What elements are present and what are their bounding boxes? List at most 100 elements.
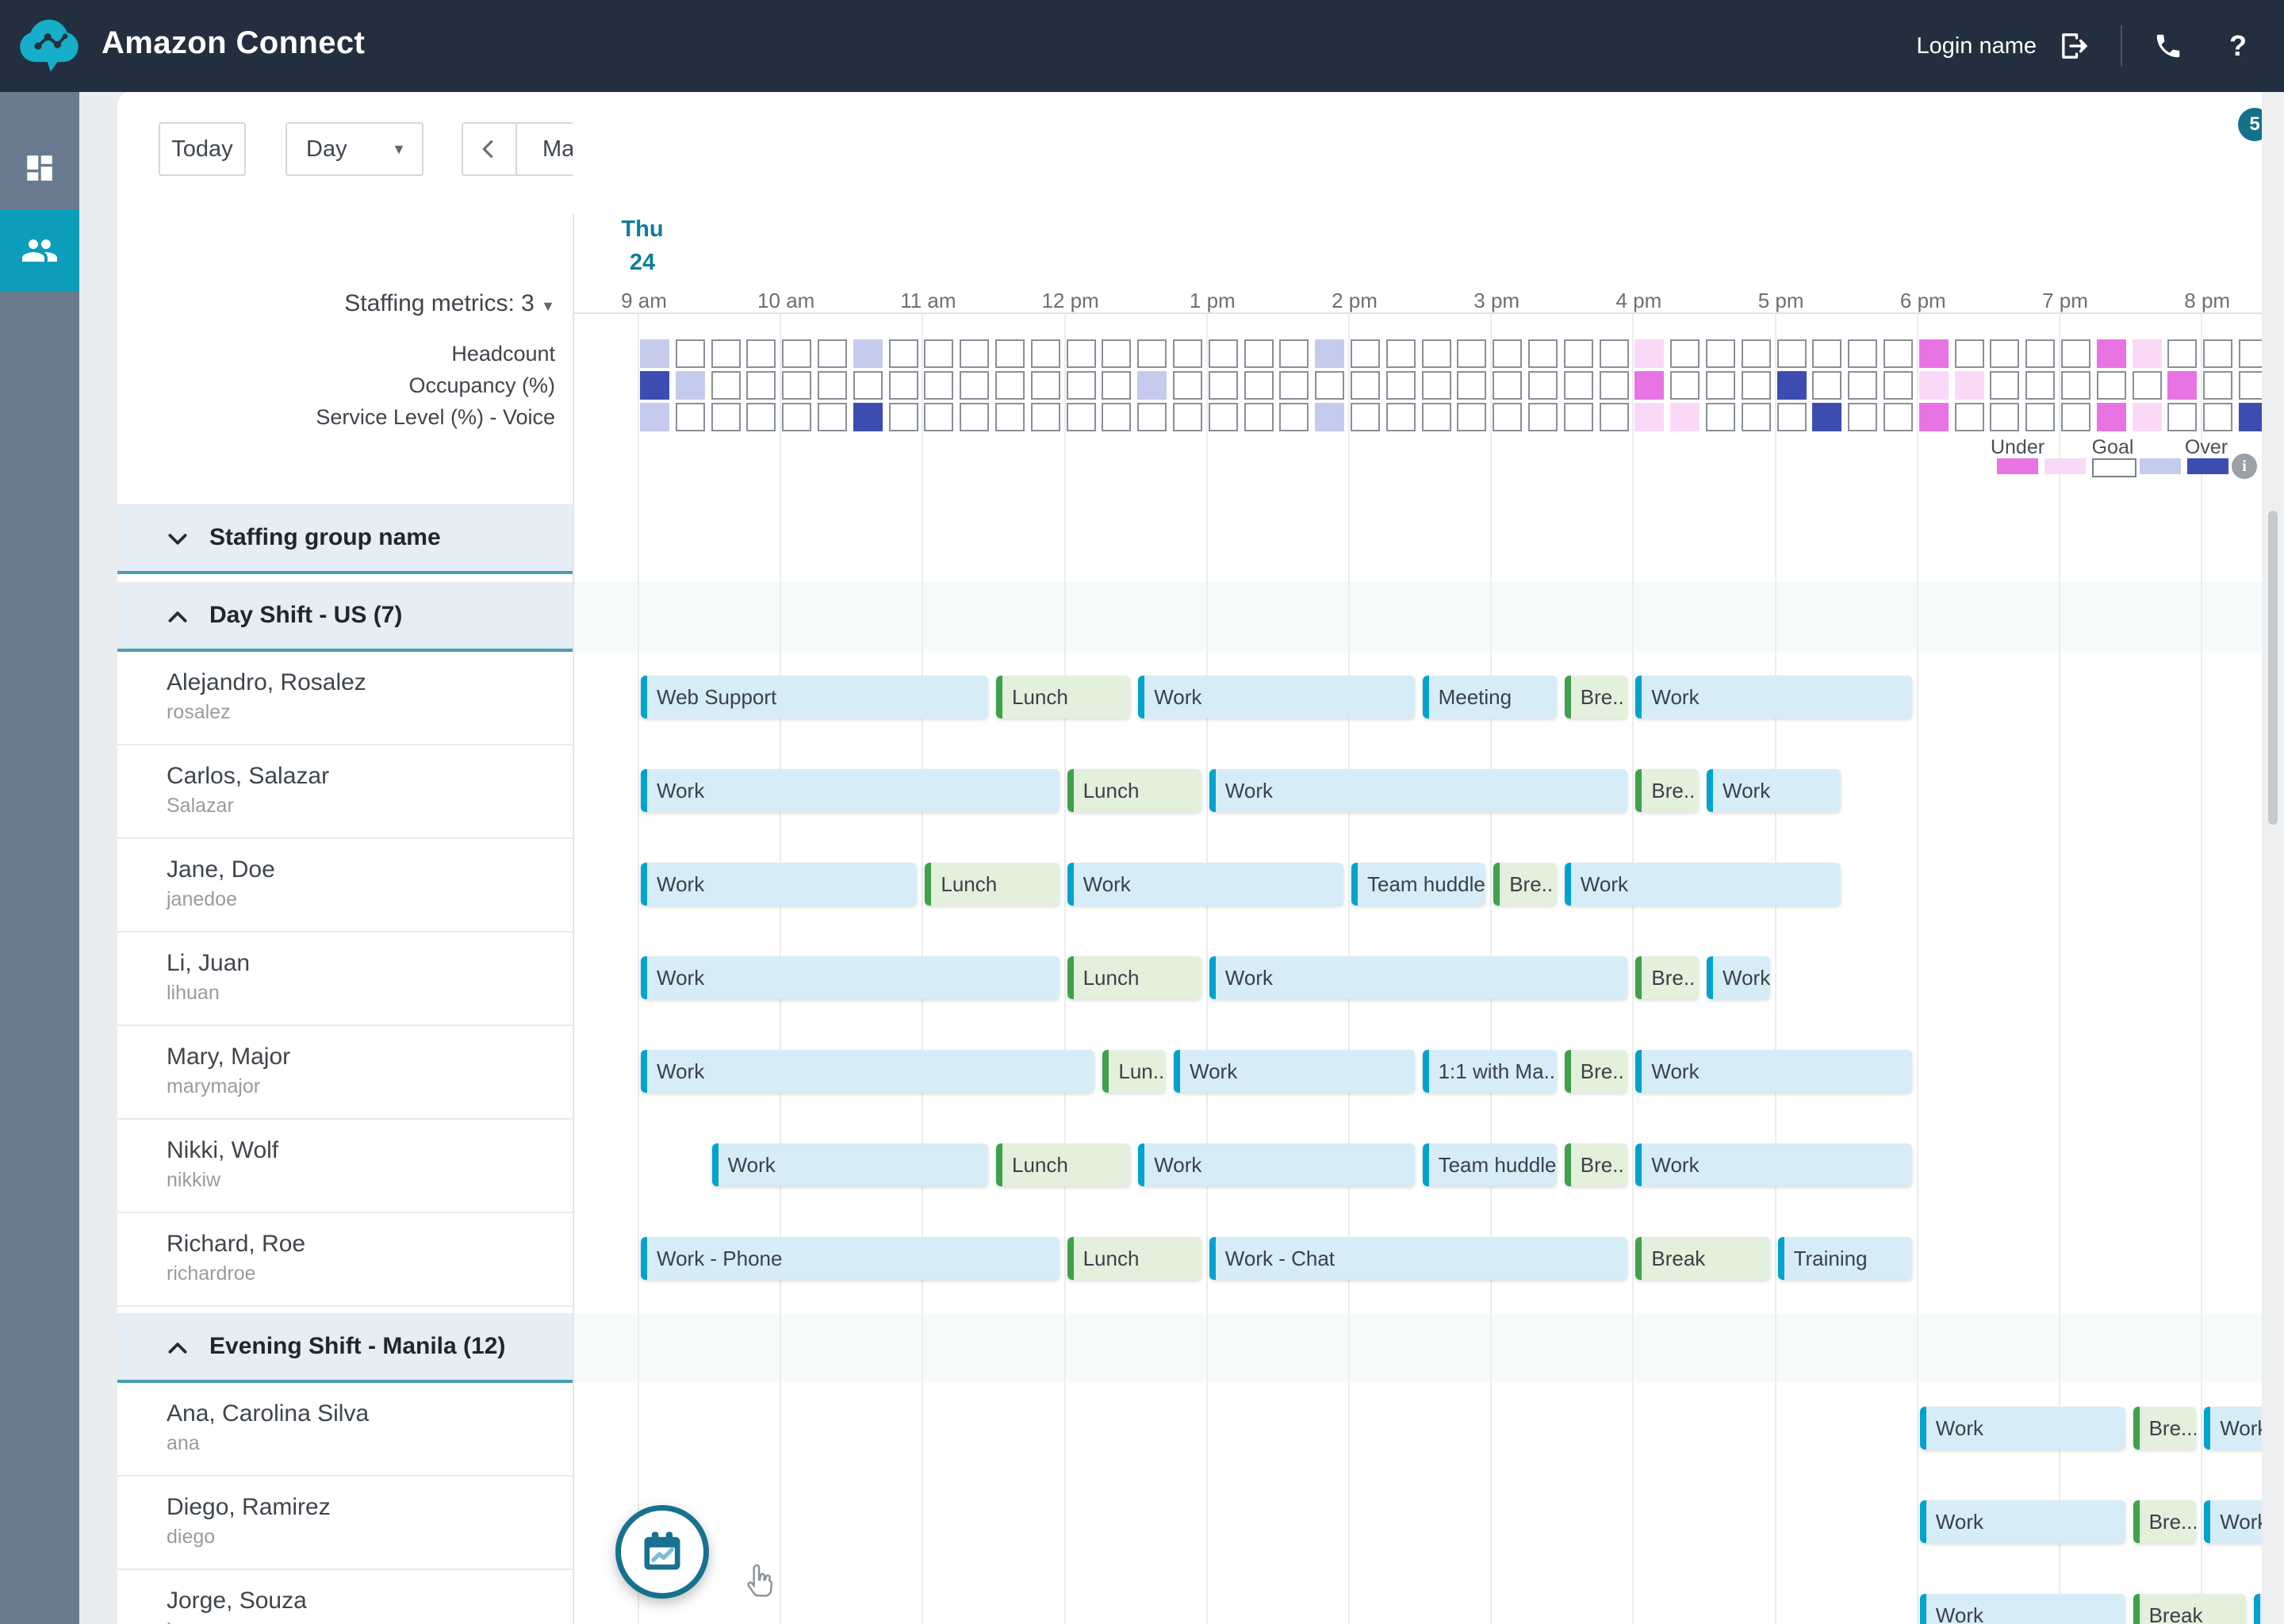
metric-cell[interactable] bbox=[1884, 371, 1913, 400]
shift-bar[interactable]: Work bbox=[1707, 956, 1770, 999]
shift-bar[interactable]: Bre.. bbox=[1564, 676, 1628, 718]
metric-cell[interactable] bbox=[1030, 403, 1060, 431]
metric-cell[interactable] bbox=[1421, 403, 1451, 431]
metric-cell[interactable] bbox=[888, 339, 918, 368]
metric-cell[interactable] bbox=[2025, 371, 2056, 400]
metric-cell[interactable] bbox=[1848, 403, 1878, 431]
metric-cell[interactable] bbox=[1884, 403, 1913, 431]
metric-cell[interactable] bbox=[2167, 371, 2198, 400]
metric-cell[interactable] bbox=[675, 403, 705, 431]
shift-bar[interactable]: Lunch bbox=[1067, 769, 1201, 812]
metric-cell[interactable] bbox=[1173, 403, 1202, 431]
shift-bar[interactable]: Lunch bbox=[1067, 956, 1201, 999]
metric-cell[interactable] bbox=[1528, 371, 1558, 400]
metric-cell[interactable] bbox=[888, 403, 918, 431]
shift-bar[interactable]: Break bbox=[2133, 1594, 2246, 1624]
login-menu[interactable]: Login name bbox=[1916, 22, 2098, 70]
metric-cell[interactable] bbox=[1493, 403, 1523, 431]
metric-cell[interactable] bbox=[1918, 403, 1949, 431]
shift-bar[interactable]: Bre.. bbox=[1635, 956, 1699, 999]
metric-cell[interactable] bbox=[1599, 371, 1629, 400]
scrollbar-thumb[interactable] bbox=[2268, 511, 2278, 825]
employee-row[interactable]: Ana, Carolina Silva ana bbox=[117, 1383, 573, 1477]
employee-row[interactable]: Jorge, Souza jorge bbox=[117, 1570, 573, 1624]
metric-cell[interactable] bbox=[782, 339, 812, 368]
metric-cell[interactable] bbox=[1776, 403, 1807, 431]
metric-cell[interactable] bbox=[1102, 339, 1132, 368]
metric-cell[interactable] bbox=[888, 371, 918, 400]
metric-cell[interactable] bbox=[1741, 403, 1771, 431]
metric-cell[interactable] bbox=[1173, 371, 1202, 400]
metric-cell[interactable] bbox=[1137, 403, 1167, 431]
metric-cell[interactable] bbox=[1776, 339, 1807, 368]
info-icon[interactable]: i bbox=[2232, 454, 2257, 479]
metric-cell[interactable] bbox=[1208, 371, 1238, 400]
metric-cell[interactable] bbox=[924, 339, 954, 368]
shift-bar[interactable]: Work bbox=[1919, 1500, 2125, 1543]
metric-cell[interactable] bbox=[1528, 339, 1558, 368]
metric-cell[interactable] bbox=[1634, 339, 1665, 368]
metric-cell[interactable] bbox=[1102, 371, 1132, 400]
metric-cell[interactable] bbox=[1066, 403, 1096, 431]
shift-bar[interactable]: Work bbox=[1067, 863, 1343, 906]
metric-cell[interactable] bbox=[2167, 339, 2198, 368]
metric-cell[interactable] bbox=[1030, 371, 1060, 400]
shift-bar[interactable]: Work bbox=[641, 863, 918, 906]
shift-bar[interactable]: Bre... bbox=[2133, 1407, 2197, 1450]
group-header[interactable]: Day Shift - US (7) bbox=[117, 582, 573, 652]
shift-bar[interactable]: 1:1 with Ma.. bbox=[1422, 1050, 1557, 1093]
shift-bar[interactable]: Work bbox=[1635, 1050, 1912, 1093]
metric-cell[interactable] bbox=[1990, 371, 2020, 400]
shift-bar[interactable]: Meeting bbox=[1422, 676, 1557, 718]
shift-bar[interactable]: Work bbox=[641, 956, 1060, 999]
metric-cell[interactable] bbox=[1351, 403, 1380, 431]
shift-bar[interactable]: Lun.. bbox=[1102, 1050, 1166, 1093]
shift-bar[interactable]: Work bbox=[1919, 1407, 2125, 1450]
metric-cell[interactable] bbox=[2167, 403, 2198, 431]
metric-cell[interactable] bbox=[1066, 371, 1096, 400]
metric-cell[interactable] bbox=[2132, 403, 2162, 431]
metric-cell[interactable] bbox=[1954, 339, 1984, 368]
shift-bar[interactable]: Work - Chat bbox=[1209, 1237, 1628, 1280]
metric-cell[interactable] bbox=[782, 371, 812, 400]
metric-cell[interactable] bbox=[960, 371, 990, 400]
group-header[interactable]: Evening Shift - Manila (12) bbox=[117, 1313, 573, 1383]
metric-cell[interactable] bbox=[2132, 371, 2162, 400]
logout-icon[interactable] bbox=[2051, 22, 2098, 70]
shift-bar[interactable]: Work bbox=[2204, 1500, 2262, 1543]
metric-cell[interactable] bbox=[1279, 403, 1309, 431]
metric-cell[interactable] bbox=[1493, 371, 1523, 400]
metric-cell[interactable] bbox=[711, 403, 741, 431]
metric-cell[interactable] bbox=[1351, 339, 1380, 368]
metric-cell[interactable] bbox=[782, 403, 812, 431]
shift-bar[interactable]: Bre.. bbox=[1564, 1143, 1628, 1186]
shift-bar[interactable]: Work bbox=[641, 769, 1060, 812]
metric-cell[interactable] bbox=[675, 339, 705, 368]
metric-cell[interactable] bbox=[818, 339, 847, 368]
shift-bar[interactable]: Lunch bbox=[925, 863, 1060, 906]
metric-cell[interactable] bbox=[1812, 403, 1842, 431]
metric-cell[interactable] bbox=[960, 403, 990, 431]
metric-cell[interactable] bbox=[1741, 339, 1771, 368]
shift-bar[interactable]: Work bbox=[2253, 1594, 2262, 1624]
metric-cell[interactable] bbox=[1954, 371, 1984, 400]
employee-row[interactable]: Diego, Ramirez diego bbox=[117, 1477, 573, 1570]
metric-cell[interactable] bbox=[1137, 339, 1167, 368]
metric-cell[interactable] bbox=[1315, 339, 1345, 368]
metric-cell[interactable] bbox=[2203, 371, 2233, 400]
metric-cell[interactable] bbox=[2096, 403, 2126, 431]
help-icon[interactable]: ? bbox=[2214, 22, 2262, 70]
shift-bar[interactable]: Work bbox=[1209, 769, 1628, 812]
shift-bar[interactable]: Work - Phone bbox=[641, 1237, 1060, 1280]
metric-cell[interactable] bbox=[1812, 339, 1842, 368]
metric-cell[interactable] bbox=[1421, 339, 1451, 368]
metric-cell[interactable] bbox=[2239, 371, 2262, 400]
shift-bar[interactable]: Lunch bbox=[1067, 1237, 1201, 1280]
metric-cell[interactable] bbox=[2096, 339, 2126, 368]
shift-bar[interactable]: Training bbox=[1777, 1237, 1912, 1280]
shift-bar[interactable]: Work bbox=[1635, 1143, 1912, 1186]
metric-cell[interactable] bbox=[1137, 371, 1167, 400]
metric-cell[interactable] bbox=[818, 403, 847, 431]
metric-cell[interactable] bbox=[711, 339, 741, 368]
metric-cell[interactable] bbox=[1670, 339, 1700, 368]
